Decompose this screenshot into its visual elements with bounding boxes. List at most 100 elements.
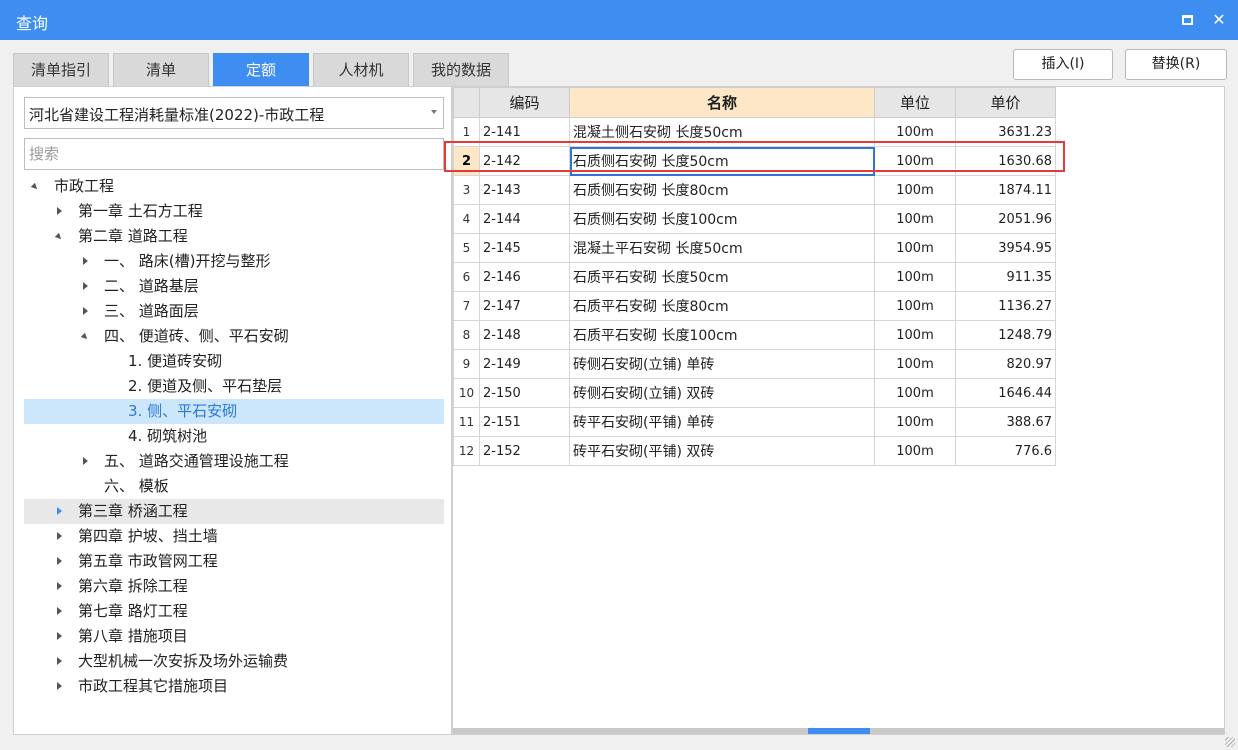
tab-quota[interactable]: 定额 bbox=[213, 53, 309, 86]
expand-arrow-icon[interactable] bbox=[80, 324, 92, 349]
cell-price[interactable]: 820.97 bbox=[955, 349, 1056, 379]
tree-node[interactable]: 第六章 拆除工程 bbox=[24, 574, 444, 599]
search-input[interactable] bbox=[24, 138, 444, 170]
tree-node[interactable]: 第一章 土石方工程 bbox=[24, 199, 444, 224]
tree-node[interactable]: 1. 便道砖安砌 bbox=[24, 349, 444, 374]
tree-node[interactable]: 4. 砌筑树池 bbox=[24, 424, 444, 449]
cell-code[interactable]: 2-142 bbox=[479, 146, 570, 176]
cell-name[interactable]: 砖侧石安砌(立铺) 单砖 bbox=[569, 349, 875, 379]
cell-price[interactable]: 1630.68 bbox=[955, 146, 1056, 176]
tree-node[interactable]: 大型机械一次安拆及场外运输费 bbox=[24, 649, 444, 674]
tree-node[interactable]: 2. 便道及侧、平石垫层 bbox=[24, 374, 444, 399]
cell-price[interactable]: 2051.96 bbox=[955, 204, 1056, 234]
collapse-arrow-icon[interactable] bbox=[80, 274, 92, 299]
resize-grip-icon[interactable] bbox=[1225, 737, 1235, 747]
cell-code[interactable]: 2-144 bbox=[479, 204, 570, 234]
expand-arrow-icon[interactable] bbox=[30, 174, 42, 199]
table-row[interactable]: 1 2-141 混凝土侧石安砌 长度50cm 100m 3631.23 bbox=[453, 117, 1056, 147]
cell-unit[interactable]: 100m bbox=[874, 146, 956, 176]
tree-node[interactable]: 二、 道路基层 bbox=[24, 274, 444, 299]
cell-price[interactable]: 776.6 bbox=[955, 436, 1056, 466]
table-row[interactable]: 5 2-145 混凝土平石安砌 长度50cm 100m 3954.95 bbox=[453, 233, 1056, 263]
cell-name[interactable]: 石质侧石安砌 长度80cm bbox=[569, 175, 875, 205]
horizontal-scrollbar[interactable] bbox=[453, 728, 1224, 734]
collapse-arrow-icon[interactable] bbox=[54, 574, 66, 599]
cell-unit[interactable]: 100m bbox=[874, 349, 956, 379]
tab-list[interactable]: 清单 bbox=[113, 53, 209, 86]
column-header-code[interactable]: 编码 bbox=[479, 87, 570, 118]
cell-name[interactable]: 砖侧石安砌(立铺) 双砖 bbox=[569, 378, 875, 408]
tab-my-data[interactable]: 我的数据 bbox=[413, 53, 509, 86]
cell-price[interactable]: 1646.44 bbox=[955, 378, 1056, 408]
replace-button[interactable]: 替换(R) bbox=[1125, 49, 1227, 80]
table-row[interactable]: 11 2-151 砖平石安砌(平铺) 单砖 100m 388.67 bbox=[453, 407, 1056, 437]
cell-code[interactable]: 2-141 bbox=[479, 117, 570, 147]
cell-name[interactable]: 石质侧石安砌 长度100cm bbox=[569, 204, 875, 234]
tree-node[interactable]: 3. 侧、平石安砌 bbox=[24, 399, 444, 424]
insert-button[interactable]: 插入(I) bbox=[1013, 49, 1113, 80]
tree-node[interactable]: 市政工程其它措施项目 bbox=[24, 674, 444, 699]
collapse-arrow-icon[interactable] bbox=[54, 549, 66, 574]
table-row[interactable]: 4 2-144 石质侧石安砌 长度100cm 100m 2051.96 bbox=[453, 204, 1056, 234]
collapse-arrow-icon[interactable] bbox=[80, 299, 92, 324]
table-row[interactable]: 12 2-152 砖平石安砌(平铺) 双砖 100m 776.6 bbox=[453, 436, 1056, 466]
collapse-arrow-icon[interactable] bbox=[54, 499, 66, 524]
table-row[interactable]: 7 2-147 石质平石安砌 长度80cm 100m 1136.27 bbox=[453, 291, 1056, 321]
table-row[interactable]: 6 2-146 石质平石安砌 长度50cm 100m 911.35 bbox=[453, 262, 1056, 292]
tree-node[interactable]: 第三章 桥涵工程 bbox=[24, 499, 444, 524]
cell-unit[interactable]: 100m bbox=[874, 117, 956, 147]
tree-node[interactable]: 一、 路床(槽)开挖与整形 bbox=[24, 249, 444, 274]
cell-unit[interactable]: 100m bbox=[874, 262, 956, 292]
table-row[interactable]: 2 2-142 石质侧石安砌 长度50cm 100m 1630.68 bbox=[453, 146, 1056, 176]
cell-code[interactable]: 2-146 bbox=[479, 262, 570, 292]
tree-node[interactable]: 市政工程 bbox=[24, 174, 444, 199]
cell-code[interactable]: 2-148 bbox=[479, 320, 570, 350]
cell-unit[interactable]: 100m bbox=[874, 204, 956, 234]
collapse-arrow-icon[interactable] bbox=[54, 199, 66, 224]
collapse-arrow-icon[interactable] bbox=[54, 599, 66, 624]
collapse-arrow-icon[interactable] bbox=[80, 449, 92, 474]
maximize-icon[interactable] bbox=[1176, 9, 1198, 31]
cell-code[interactable]: 2-149 bbox=[479, 349, 570, 379]
tree-node[interactable]: 四、 便道砖、侧、平石安砌 bbox=[24, 324, 444, 349]
column-header-price[interactable]: 单价 bbox=[955, 87, 1056, 118]
cell-code[interactable]: 2-145 bbox=[479, 233, 570, 263]
cell-price[interactable]: 1874.11 bbox=[955, 175, 1056, 205]
table-row[interactable]: 3 2-143 石质侧石安砌 长度80cm 100m 1874.11 bbox=[453, 175, 1056, 205]
cell-price[interactable]: 911.35 bbox=[955, 262, 1056, 292]
cell-code[interactable]: 2-152 bbox=[479, 436, 570, 466]
tree-node[interactable]: 第五章 市政管网工程 bbox=[24, 549, 444, 574]
tree-node[interactable]: 第四章 护坡、挡土墙 bbox=[24, 524, 444, 549]
cell-code[interactable]: 2-143 bbox=[479, 175, 570, 205]
collapse-arrow-icon[interactable] bbox=[54, 524, 66, 549]
cell-name[interactable]: 砖平石安砌(平铺) 单砖 bbox=[569, 407, 875, 437]
cell-price[interactable]: 3631.23 bbox=[955, 117, 1056, 147]
tree-node[interactable]: 第二章 道路工程 bbox=[24, 224, 444, 249]
column-header-unit[interactable]: 单位 bbox=[874, 87, 956, 118]
collapse-arrow-icon[interactable] bbox=[54, 674, 66, 699]
tab-labor-material-machine[interactable]: 人材机 bbox=[313, 53, 409, 86]
cell-price[interactable]: 1248.79 bbox=[955, 320, 1056, 350]
cell-name[interactable]: 混凝土平石安砌 长度50cm bbox=[569, 233, 875, 263]
table-row[interactable]: 9 2-149 砖侧石安砌(立铺) 单砖 100m 820.97 bbox=[453, 349, 1056, 379]
cell-unit[interactable]: 100m bbox=[874, 378, 956, 408]
cell-name[interactable]: 石质平石安砌 长度100cm bbox=[569, 320, 875, 350]
standard-dropdown[interactable]: 河北省建设工程消耗量标准(2022)-市政工程 bbox=[24, 97, 444, 129]
tree-node[interactable]: 六、 模板 bbox=[24, 474, 444, 499]
cell-name[interactable]: 石质侧石安砌 长度50cm bbox=[569, 146, 875, 176]
tab-list-guide[interactable]: 清单指引 bbox=[13, 53, 109, 86]
close-icon[interactable]: ✕ bbox=[1208, 9, 1230, 31]
cell-code[interactable]: 2-150 bbox=[479, 378, 570, 408]
table-row[interactable]: 8 2-148 石质平石安砌 长度100cm 100m 1248.79 bbox=[453, 320, 1056, 350]
cell-unit[interactable]: 100m bbox=[874, 291, 956, 321]
cell-unit[interactable]: 100m bbox=[874, 320, 956, 350]
cell-code[interactable]: 2-151 bbox=[479, 407, 570, 437]
cell-name[interactable]: 混凝土侧石安砌 长度50cm bbox=[569, 117, 875, 147]
cell-name[interactable]: 砖平石安砌(平铺) 双砖 bbox=[569, 436, 875, 466]
cell-price[interactable]: 3954.95 bbox=[955, 233, 1056, 263]
cell-unit[interactable]: 100m bbox=[874, 233, 956, 263]
cell-code[interactable]: 2-147 bbox=[479, 291, 570, 321]
cell-unit[interactable]: 100m bbox=[874, 436, 956, 466]
cell-price[interactable]: 388.67 bbox=[955, 407, 1056, 437]
expand-arrow-icon[interactable] bbox=[54, 224, 66, 249]
